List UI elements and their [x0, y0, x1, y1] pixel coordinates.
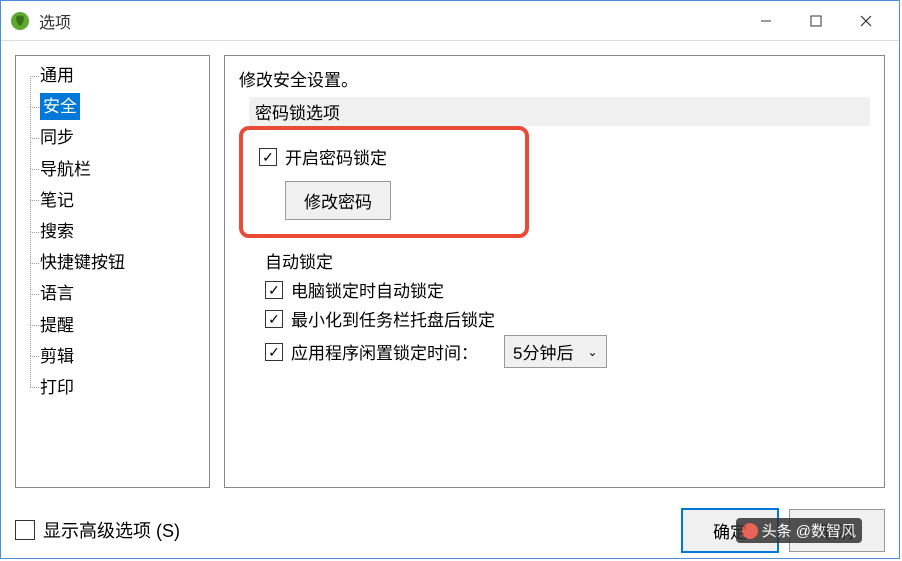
titlebar: 选项 [1, 1, 899, 41]
sidebar-item-notes[interactable]: 笔记 [16, 185, 209, 216]
options-window: 选项 通用 安全 同步 导航栏 笔记 搜索 快捷键按钮 语言 提醒 剪辑 打印 [0, 0, 900, 559]
close-button[interactable] [841, 5, 891, 37]
lock-on-minimize-checkbox[interactable]: ✓ [265, 310, 283, 328]
category-sidebar: 通用 安全 同步 导航栏 笔记 搜索 快捷键按钮 语言 提醒 剪辑 打印 [15, 55, 210, 488]
settings-panel: 修改安全设置。 密码锁选项 ✓ 开启密码锁定 修改密码 自动锁定 ✓ 电脑锁定时… [224, 55, 885, 488]
sidebar-item-search[interactable]: 搜索 [16, 216, 209, 247]
enable-password-lock-row[interactable]: ✓ 开启密码锁定 [259, 144, 509, 169]
watermark-icon [742, 523, 758, 539]
watermark-text: 头条 @数智风 [762, 520, 856, 541]
sidebar-item-clipper[interactable]: 剪辑 [16, 341, 209, 372]
lock-on-computer-lock-label: 电脑锁定时自动锁定 [291, 277, 444, 302]
sidebar-item-security[interactable]: 安全 [16, 91, 209, 122]
content-area: 通用 安全 同步 导航栏 笔记 搜索 快捷键按钮 语言 提醒 剪辑 打印 修改安… [1, 41, 899, 502]
window-controls [741, 5, 891, 37]
sidebar-item-print[interactable]: 打印 [16, 372, 209, 403]
lock-on-computer-lock-checkbox[interactable]: ✓ [265, 281, 283, 299]
idle-lock-checkbox[interactable]: ✓ [265, 343, 283, 361]
sidebar-item-general[interactable]: 通用 [16, 60, 209, 91]
enable-password-lock-label: 开启密码锁定 [285, 144, 387, 169]
minimize-button[interactable] [741, 5, 791, 37]
password-group-label: 密码锁选项 [249, 97, 870, 126]
advanced-options-checkbox[interactable] [15, 520, 35, 540]
sidebar-item-shortcuts[interactable]: 快捷键按钮 [16, 247, 209, 278]
lock-on-computer-lock-row[interactable]: ✓ 电脑锁定时自动锁定 [265, 277, 870, 302]
change-password-button[interactable]: 修改密码 [285, 181, 391, 220]
sidebar-item-sync[interactable]: 同步 [16, 122, 209, 153]
sidebar-item-language[interactable]: 语言 [16, 278, 209, 309]
maximize-button[interactable] [791, 5, 841, 37]
sidebar-item-navbar[interactable]: 导航栏 [16, 154, 209, 185]
auto-lock-title: 自动锁定 [265, 248, 870, 273]
advanced-options-row[interactable]: 显示高级选项 (S) [15, 517, 671, 543]
lock-on-minimize-row[interactable]: ✓ 最小化到任务栏托盘后锁定 [265, 306, 870, 331]
watermark: 头条 @数智风 [736, 518, 862, 543]
password-lock-highlight: ✓ 开启密码锁定 修改密码 [239, 126, 529, 238]
idle-lock-value: 5分钟后 [513, 339, 573, 364]
enable-password-lock-checkbox[interactable]: ✓ [259, 148, 277, 166]
idle-lock-row: ✓ 应用程序闲置锁定时间： 5分钟后 ⌄ [265, 335, 870, 368]
window-title: 选项 [39, 9, 741, 33]
auto-lock-section: 自动锁定 ✓ 电脑锁定时自动锁定 ✓ 最小化到任务栏托盘后锁定 ✓ 应用程序闲置… [265, 248, 870, 372]
advanced-options-label: 显示高级选项 (S) [43, 517, 180, 543]
panel-heading: 修改安全设置。 [239, 66, 870, 91]
idle-lock-label: 应用程序闲置锁定时间： [291, 339, 478, 364]
lock-on-minimize-label: 最小化到任务栏托盘后锁定 [291, 306, 495, 331]
chevron-down-icon: ⌄ [587, 345, 597, 359]
app-icon [9, 10, 31, 32]
sidebar-item-reminders[interactable]: 提醒 [16, 310, 209, 341]
idle-lock-select[interactable]: 5分钟后 ⌄ [504, 335, 607, 368]
